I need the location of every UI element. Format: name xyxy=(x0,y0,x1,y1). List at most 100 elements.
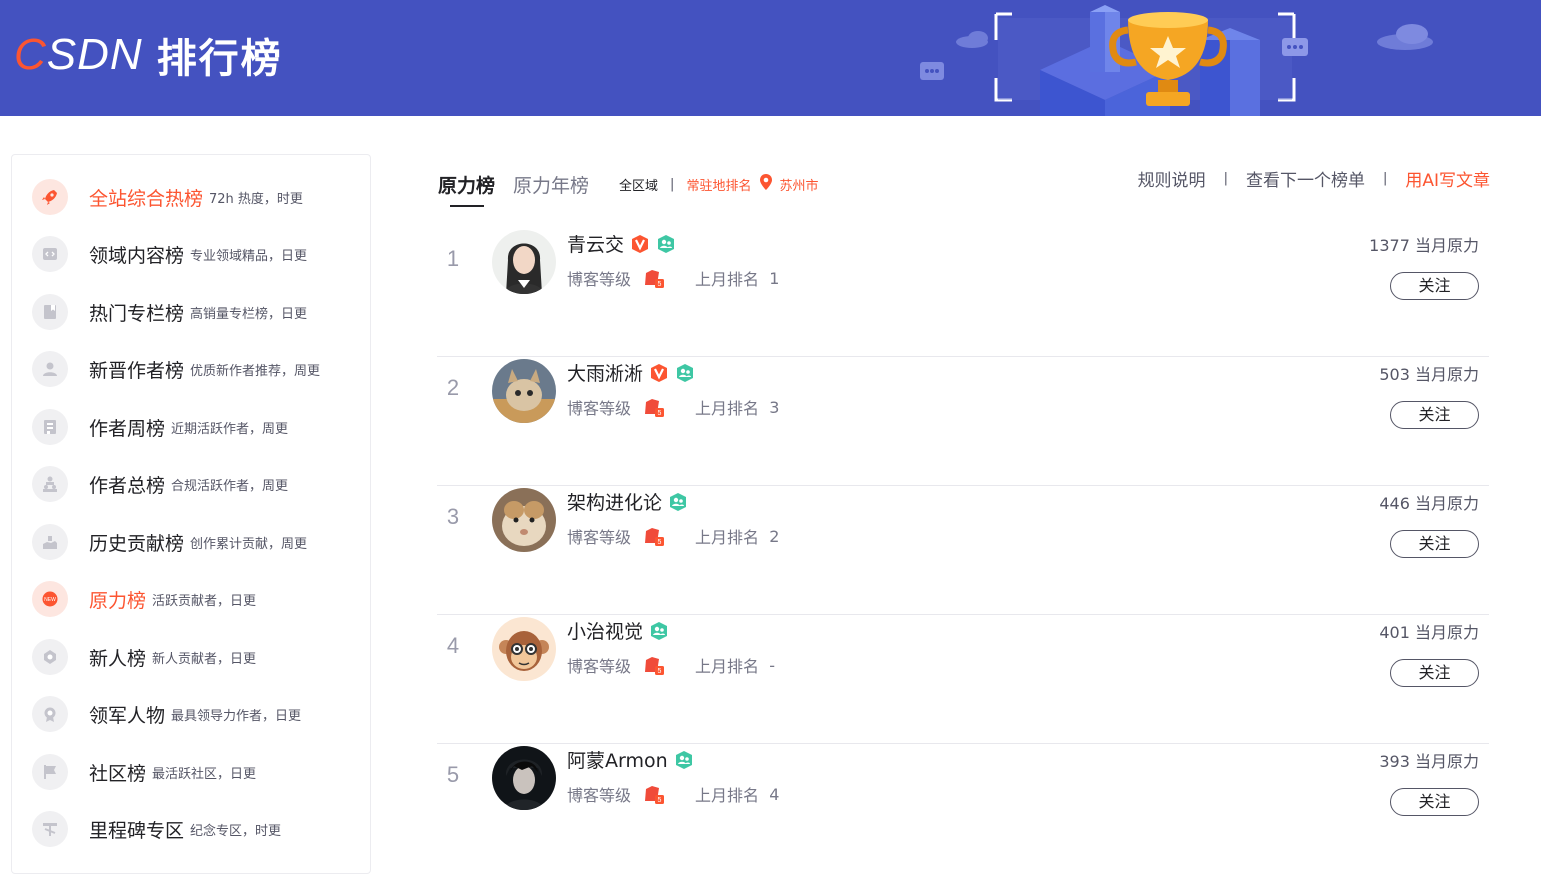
svg-text:5: 5 xyxy=(658,410,662,417)
sidebar-item-label: 全站综合热榜 xyxy=(89,187,204,210)
rules-link[interactable]: 规则说明 xyxy=(1138,166,1206,191)
sidebar-item-label: 作者总榜 xyxy=(89,474,166,497)
power-number: 393 xyxy=(1379,752,1410,771)
avatar[interactable] xyxy=(492,488,556,552)
svg-text:NEW: NEW xyxy=(44,597,56,603)
verified-v-icon xyxy=(651,363,668,382)
sidebar-item-desc: 最活跃社区，日更 xyxy=(152,766,257,782)
last-month-label: 上月排名 xyxy=(695,786,760,805)
table-row: 1 青云交 博客等级 5 上月排名 1 1377 当月原力 关注 xyxy=(437,228,1489,357)
power-suffix: 当月原力 xyxy=(1414,752,1479,771)
sidebar-item-desc: 合规活跃作者，周更 xyxy=(171,478,289,494)
last-month-rank: 1 xyxy=(769,268,780,288)
ai-write-link[interactable]: 用AI写文章 xyxy=(1405,166,1490,191)
author-meta: 博客等级 5 上月排名 1 xyxy=(567,266,779,290)
blog-level-label: 博客等级 xyxy=(567,399,632,418)
sidebar-item-desc: 最具领导力作者，日更 xyxy=(171,708,302,724)
avatar[interactable] xyxy=(492,617,556,681)
sidebar-item-new-author[interactable]: 新晋作者榜 优质新作者推荐，周更 xyxy=(32,349,362,389)
next-list-link[interactable]: 查看下一个榜单 xyxy=(1246,166,1365,191)
tab-power-yearly[interactable]: 原力年榜 xyxy=(513,171,589,198)
member-icon xyxy=(677,363,694,382)
sidebar-item-milestone[interactable]: 里程碑专区 纪念专区，时更 xyxy=(32,809,362,849)
follow-button[interactable]: 关注 xyxy=(1390,401,1479,429)
filter-divider: | xyxy=(670,176,675,192)
sidebar-item-community[interactable]: 社区榜 最活跃社区，日更 xyxy=(32,752,362,792)
verified-v-icon xyxy=(632,234,649,253)
svg-text:5: 5 xyxy=(658,668,662,675)
sidebar-item-label: 领军人物 xyxy=(89,704,166,727)
sidebar-item-history[interactable]: 历史贡献榜 创作累计贡献，周更 xyxy=(32,522,362,562)
follow-button[interactable]: 关注 xyxy=(1390,659,1479,687)
avatar[interactable] xyxy=(492,746,556,810)
author-name-text: 大雨淅淅 xyxy=(567,363,644,385)
link-divider: | xyxy=(1382,171,1388,186)
sidebar-item-label: 热门专栏榜 xyxy=(89,302,185,325)
power-suffix: 当月原力 xyxy=(1414,365,1479,384)
author-name[interactable]: 青云交 xyxy=(567,230,676,257)
sidebar-item-leaders[interactable]: 领军人物 最具领导力作者，日更 xyxy=(32,694,362,734)
hand-icon xyxy=(32,524,68,560)
sidebar: 全站综合热榜 72h 热度，时更 领域内容榜 专业领域精品，日更 热门专栏榜 高… xyxy=(11,154,371,874)
power-value: 401 当月原力 xyxy=(1379,619,1479,643)
ranking-tabs: 原力榜 原力年榜 全区域 | 常驻地排名 苏州市 xyxy=(438,164,818,207)
power-value: 393 当月原力 xyxy=(1379,748,1479,772)
sidebar-item-desc: 72h 热度，时更 xyxy=(209,191,303,207)
sidebar-item-label: 作者周榜 xyxy=(89,417,166,440)
follow-button[interactable]: 关注 xyxy=(1390,530,1479,558)
filter-city[interactable]: 苏州市 xyxy=(779,175,818,194)
sidebar-item-total[interactable]: 作者总榜 合规活跃作者，周更 xyxy=(32,464,362,504)
author-meta: 博客等级 5 上月排名 2 xyxy=(567,524,779,548)
power-number: 446 xyxy=(1379,494,1410,513)
svg-text:5: 5 xyxy=(658,797,662,804)
users-icon xyxy=(32,466,68,502)
csdn-logo[interactable]: CSDN xyxy=(14,30,143,80)
sidebar-item-label: 社区榜 xyxy=(89,762,147,785)
rank-number: 2 xyxy=(446,375,460,400)
last-month-label: 上月排名 xyxy=(695,399,760,418)
rank-number: 3 xyxy=(446,504,460,529)
last-month-rank: 2 xyxy=(769,526,780,546)
svg-text:5: 5 xyxy=(658,539,662,546)
sidebar-item-power[interactable]: NEW 原力榜 活跃贡献者，日更 xyxy=(32,579,362,619)
author-name[interactable]: 小治视觉 xyxy=(567,617,669,644)
sidebar-item-weekly[interactable]: 作者周榜 近期活跃作者，周更 xyxy=(32,407,362,447)
table-row: 2 大雨淅淅 博客等级 5 上月排名 3 503 当月原力 关注 xyxy=(437,357,1489,486)
sidebar-item-newcomer[interactable]: 新人榜 新人贡献者，日更 xyxy=(32,637,362,677)
filter-resident-rank[interactable]: 常驻地排名 xyxy=(686,175,751,194)
follow-button[interactable]: 关注 xyxy=(1390,788,1479,816)
power-suffix: 当月原力 xyxy=(1414,494,1479,513)
member-icon xyxy=(658,234,675,253)
author-name-text: 小治视觉 xyxy=(567,621,644,643)
sidebar-item-column[interactable]: 热门专栏榜 高销量专栏榜，日更 xyxy=(32,292,362,332)
sidebar-item-label: 里程碑专区 xyxy=(89,819,185,842)
blog-level-icon: 5 xyxy=(645,270,665,288)
tab-power[interactable]: 原力榜 xyxy=(438,171,495,207)
table-row: 3 架构进化论 博客等级 5 上月排名 2 446 当月原力 关注 xyxy=(437,486,1489,615)
medal-icon xyxy=(32,696,68,732)
rank-number: 1 xyxy=(446,246,460,271)
author-name[interactable]: 架构进化论 xyxy=(567,488,688,515)
sidebar-item-site-hot[interactable]: 全站综合热榜 72h 热度，时更 xyxy=(32,177,362,217)
sidebar-item-desc: 创作累计贡献，周更 xyxy=(190,536,308,552)
power-value: 1377 当月原力 xyxy=(1369,232,1479,256)
user-icon xyxy=(32,351,68,387)
avatar[interactable] xyxy=(492,359,556,423)
author-meta: 博客等级 5 上月排名 3 xyxy=(567,395,779,419)
author-name[interactable]: 阿蒙Armon xyxy=(567,746,694,773)
book-icon xyxy=(32,294,68,330)
sidebar-item-desc: 纪念专区，时更 xyxy=(190,823,282,839)
blog-level-label: 博客等级 xyxy=(567,270,632,289)
follow-button[interactable]: 关注 xyxy=(1390,272,1479,300)
sidebar-item-domain[interactable]: 领域内容榜 专业领域精品，日更 xyxy=(32,234,362,274)
filter-region[interactable]: 全区域 xyxy=(619,175,658,194)
new-icon: NEW xyxy=(32,581,68,617)
logo[interactable]: CSDN 排行榜 xyxy=(14,30,283,82)
calendar-icon xyxy=(32,409,68,445)
top-links: 规则说明 | 查看下一个榜单 | 用AI写文章 xyxy=(1138,166,1490,191)
power-number: 503 xyxy=(1379,365,1410,384)
author-name[interactable]: 大雨淅淅 xyxy=(567,359,695,386)
last-month-label: 上月排名 xyxy=(695,270,760,289)
blog-level-icon: 5 xyxy=(645,399,665,417)
avatar[interactable] xyxy=(492,230,556,294)
